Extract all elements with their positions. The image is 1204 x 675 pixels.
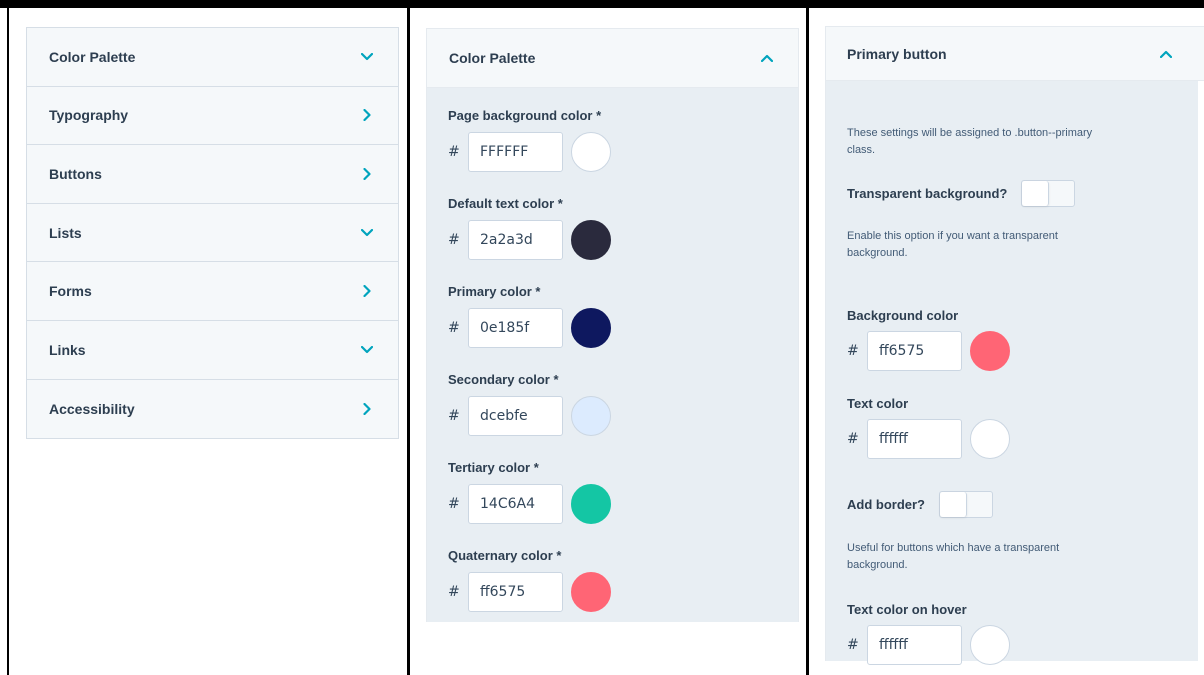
accordion-row[interactable]: Accessibility — [27, 380, 398, 439]
color-swatch[interactable] — [571, 484, 611, 524]
background-color-swatch[interactable] — [970, 331, 1010, 371]
chevron-right-icon[interactable] — [360, 108, 374, 122]
accordion-label: Buttons — [49, 165, 102, 182]
text-color-row: # ffffff — [847, 419, 1010, 459]
chevron-right-icon[interactable] — [360, 402, 374, 416]
section-title: Color Palette — [449, 50, 536, 66]
help-line: background. — [847, 559, 908, 571]
accordion-row[interactable]: Typography — [27, 87, 398, 146]
help-line: background. — [847, 247, 908, 259]
hash-symbol: # — [847, 343, 859, 359]
color-field-label: Tertiary color * — [448, 460, 539, 475]
accordion-label: Typography — [49, 107, 129, 124]
accordion-row[interactable]: Links — [27, 321, 398, 380]
hash-symbol: # — [448, 144, 460, 160]
intro-text: These settings will be assigned to .butt… — [847, 125, 1092, 159]
intro-line: These settings will be assigned to .butt… — [847, 127, 1093, 139]
color-field-label: Quaternary color * — [448, 548, 562, 563]
color-palette-body: Page background color * # FFFFFF Default te… — [426, 88, 799, 622]
hover-color-swatch[interactable] — [970, 625, 1010, 665]
color-field-row: #14C6A4 — [448, 484, 611, 524]
chevron-up-icon[interactable] — [1159, 47, 1173, 61]
hex-color-input[interactable]: FFFFFF — [468, 132, 563, 172]
hover-color-input[interactable]: ffffff — [867, 625, 962, 665]
color-palette-header[interactable]: Color Palette — [426, 28, 799, 88]
text-color-label: Text color — [847, 396, 909, 411]
panel-primary-button: Primary button These settings will be as… — [809, 8, 1204, 675]
chevron-right-icon[interactable] — [360, 167, 374, 181]
hover-color-field: Text color on hover — [847, 602, 967, 617]
chevron-up-icon[interactable] — [760, 51, 774, 65]
color-swatch[interactable] — [571, 572, 611, 612]
chevron-right-icon[interactable] — [360, 284, 374, 298]
color-swatch[interactable] — [571, 308, 611, 348]
background-color-input[interactable]: ff6575 — [867, 331, 962, 371]
hash-symbol: # — [448, 232, 460, 248]
hex-color-input[interactable]: dcebfe — [468, 396, 563, 436]
hover-color-label: Text color on hover — [847, 602, 967, 617]
accordion-label: Links — [49, 341, 86, 358]
hash-symbol: # — [448, 584, 460, 600]
color-field-row: # dcebfe — [448, 396, 611, 436]
section-title: Primary button — [847, 45, 947, 62]
hex-color-input[interactable]: 14C6A4 — [468, 484, 563, 524]
accordion-label: Color Palette — [49, 48, 136, 65]
accordion-label: Forms — [49, 283, 92, 300]
hash-symbol: # — [448, 408, 460, 424]
color-field-label: Primary color * — [448, 284, 541, 299]
help-line: Useful for buttons which have a transpar… — [847, 542, 1060, 554]
hash-symbol: # — [448, 320, 460, 336]
toggle-knob — [1022, 181, 1050, 206]
transparent-bg-label: Transparent background? — [847, 186, 1008, 201]
color-field-label: Secondary color * — [448, 372, 559, 387]
color-field-label: Page background color * — [448, 108, 602, 123]
add-border-field: Add border? — [847, 491, 993, 518]
accordion-row[interactable]: Color Palette — [27, 28, 398, 87]
panel-collapsed-sections: Color Palette Typography Buttons Lists Forms… — [9, 8, 407, 675]
color-swatch[interactable] — [571, 132, 611, 172]
hex-color-input[interactable]: 0e185f — [468, 308, 563, 348]
add-border-toggle[interactable] — [939, 491, 993, 518]
text-color-swatch[interactable] — [970, 419, 1010, 459]
accordion-row[interactable]: Lists — [27, 204, 398, 263]
primary-button-header[interactable]: Primary button — [825, 26, 1204, 81]
transparent-bg-field: Transparent background? — [847, 180, 1076, 207]
toggle-knob — [940, 492, 967, 517]
hash-symbol: # — [847, 637, 859, 653]
color-swatch[interactable] — [571, 396, 611, 436]
color-swatch[interactable] — [571, 220, 611, 260]
transparent-bg-toggle[interactable] — [1021, 180, 1076, 207]
primary-button-body: These settings will be assigned to .butt… — [825, 81, 1198, 665]
accordion-label: Accessibility — [49, 400, 135, 417]
chevron-down-icon[interactable] — [360, 226, 374, 240]
transparent-help: Enable this option if you want a transpa… — [847, 228, 1058, 262]
hash-symbol: # — [448, 496, 460, 512]
hex-color-input[interactable]: ff6575 — [468, 572, 563, 612]
intro-line: class. — [847, 144, 876, 156]
hash-symbol: # — [847, 431, 859, 447]
color-field-label: Default text color * — [448, 196, 563, 211]
text-color-input[interactable]: ffffff — [867, 419, 962, 459]
color-field-row: # ff6575 — [448, 572, 611, 612]
add-border-label: Add border? — [847, 497, 925, 512]
accordion-label: Lists — [49, 224, 82, 241]
chevron-down-icon[interactable] — [360, 50, 374, 64]
help-line: Enable this option if you want a transpa… — [847, 230, 1058, 242]
hex-color-input[interactable]: 2a2a3d — [468, 220, 563, 260]
frame-top-border — [0, 0, 1204, 8]
color-field-row: #0e185f — [448, 308, 611, 348]
text-color-field: Text color — [847, 396, 908, 411]
chevron-down-icon[interactable] — [360, 343, 374, 357]
color-field-row: # FFFFFF — [448, 132, 611, 172]
accordion-row[interactable]: Forms — [27, 262, 398, 321]
border-help: Useful for buttons which have a transpar… — [847, 540, 1059, 574]
hover-color-row: # ffffff — [847, 625, 1010, 665]
background-color-label: Background color — [847, 308, 959, 323]
background-color-field: Background color — [847, 308, 958, 323]
accordion-list: Color Palette Typography Buttons Lists Forms… — [26, 27, 399, 440]
accordion-row[interactable]: Buttons — [27, 145, 398, 204]
panel-color-palette: Color Palette Page background color * # FF… — [410, 8, 806, 675]
background-color-row: # ff6575 — [847, 331, 1010, 371]
color-field-row: #2a2a3d — [448, 220, 611, 260]
